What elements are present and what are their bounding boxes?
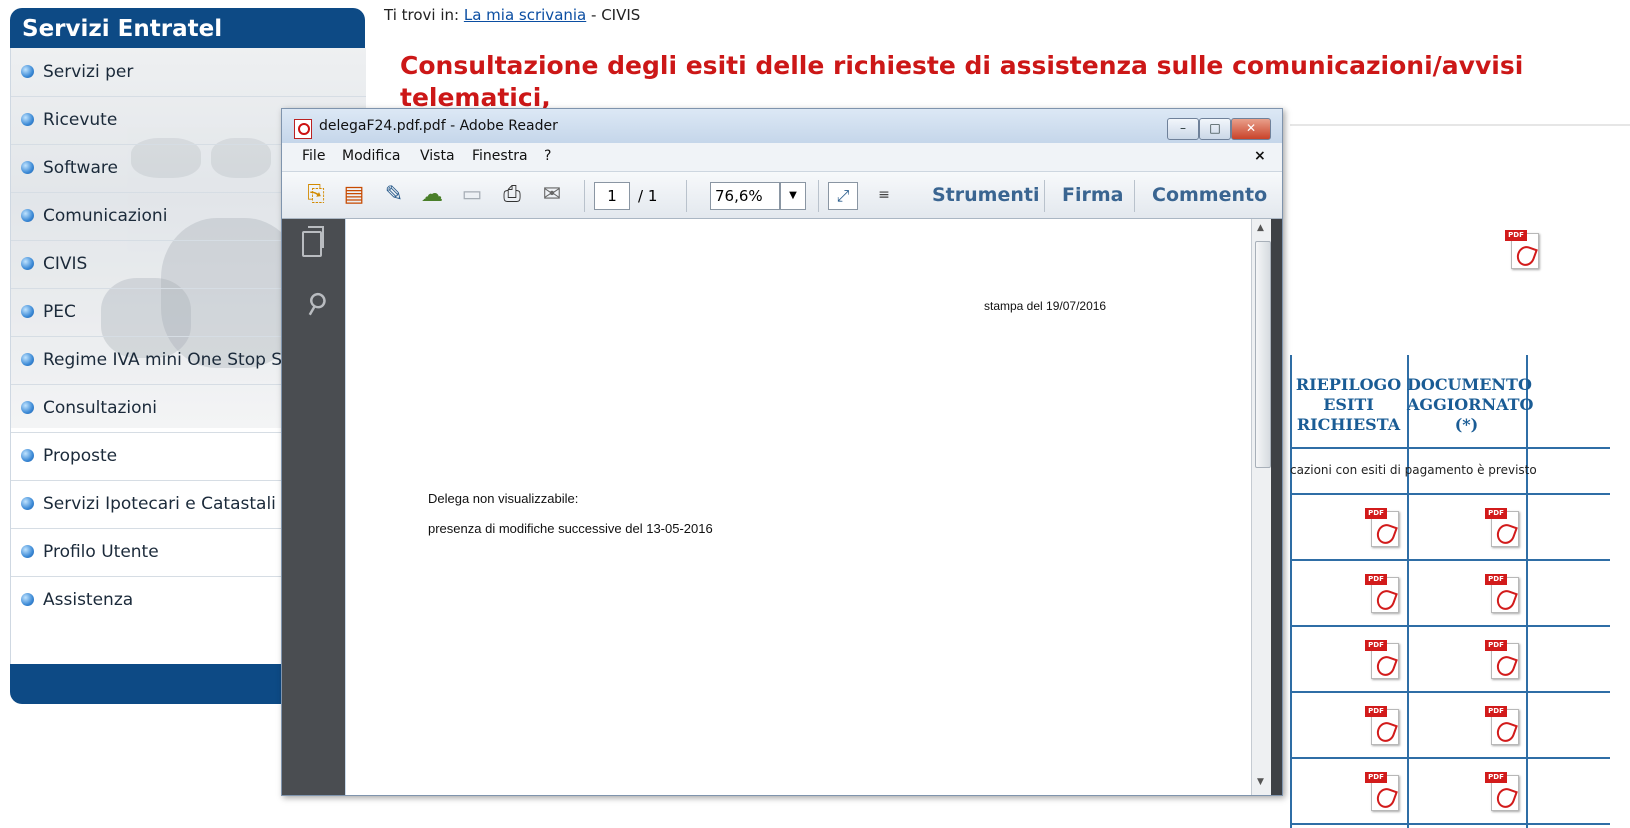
create-pdf-icon[interactable]: ⎘	[302, 182, 330, 208]
bullet-globe-icon	[21, 353, 34, 366]
maximize-button[interactable]: □	[1199, 118, 1231, 140]
menu-help[interactable]: ?	[544, 148, 551, 164]
scroll-down-icon[interactable]: ▼	[1257, 777, 1264, 787]
pdf-reader-window: delegaF24.pdf.pdf - Adobe Reader – □ ✕ F…	[281, 108, 1283, 796]
breadcrumb-prefix: Ti trovi in:	[384, 6, 460, 24]
page-title-line1: Consultazione degli esiti delle richiest…	[400, 51, 1524, 112]
column-header-documento: DOCUMENTO AGGIORNATO (*)	[1407, 375, 1534, 434]
zoom-dropdown-icon[interactable]: ▼	[780, 182, 806, 210]
attachment-icon[interactable]: ⚲	[299, 284, 333, 323]
zoom-select[interactable]: 76,6%	[710, 182, 780, 210]
right-pane-edge	[1271, 219, 1282, 795]
document-page: stampa del 19/07/2016 Delega non visuali…	[346, 219, 1251, 795]
bullet-globe-icon	[21, 65, 34, 78]
email-icon[interactable]: ✉	[538, 182, 566, 208]
window-titlebar[interactable]: delegaF24.pdf.pdf - Adobe Reader – □ ✕	[282, 109, 1282, 143]
pdf-file-icon[interactable]: PDF	[1485, 574, 1519, 614]
breadcrumb-current: - CIVIS	[591, 6, 641, 24]
divider	[1290, 124, 1630, 126]
pages-panel-icon[interactable]	[302, 226, 324, 257]
print-date: stampa del 19/07/2016	[984, 299, 1107, 313]
save-icon[interactable]: ▭	[458, 182, 486, 208]
cloud-upload-icon[interactable]: ☁	[418, 182, 446, 208]
sign-button[interactable]: Firma	[1062, 184, 1123, 206]
toolbar-overflow-icon[interactable]: ≡	[870, 182, 898, 208]
window-title: delegaF24.pdf.pdf - Adobe Reader	[319, 118, 558, 134]
bullet-globe-icon	[21, 113, 34, 126]
bullet-globe-icon	[21, 497, 34, 510]
minimize-button[interactable]: –	[1167, 118, 1199, 140]
menu-bar: File Modifica Vista Finestra ? ×	[282, 143, 1282, 172]
bullet-globe-icon	[21, 209, 34, 222]
sidebar-item-servizi-per[interactable]: Servizi per	[11, 48, 366, 97]
pdf-file-icon[interactable]: PDF	[1365, 772, 1399, 812]
menu-modifica[interactable]: Modifica	[342, 148, 401, 164]
results-table: RIEPILOGO ESITI RICHIESTA DOCUMENTO AGGIORN…	[1290, 355, 1630, 828]
page-total: / 1	[638, 187, 658, 205]
fullscreen-icon[interactable]: ⤢	[828, 182, 858, 210]
pdf-file-icon[interactable]: PDF	[1365, 640, 1399, 680]
breadcrumb-link-scrivania[interactable]: La mia scrivania	[464, 6, 586, 24]
bullet-globe-icon	[21, 593, 34, 606]
pdf-file-icon[interactable]: PDF	[1505, 230, 1539, 270]
tools-button[interactable]: Strumenti	[932, 184, 1039, 206]
bullet-globe-icon	[21, 449, 34, 462]
toolbar: ⎘ ▤ ✎ ☁ ▭ ⎙ ✉ 1 / 1 76,6% ▼ ⤢ ≡ Strument…	[282, 172, 1282, 219]
print-icon[interactable]: ⎙	[498, 182, 526, 208]
scroll-thumb[interactable]	[1255, 241, 1271, 468]
pdf-file-icon[interactable]: PDF	[1365, 508, 1399, 548]
menu-close-document[interactable]: ×	[1254, 148, 1266, 164]
bullet-globe-icon	[21, 545, 34, 558]
menu-file[interactable]: File	[302, 148, 325, 164]
adobe-pdf-icon	[294, 119, 312, 139]
edit-pdf-icon[interactable]: ✎	[380, 182, 408, 208]
page-number-input[interactable]: 1	[594, 182, 630, 210]
bullet-globe-icon	[21, 257, 34, 270]
export-pdf-icon[interactable]: ▤	[340, 182, 368, 208]
pdf-file-icon[interactable]: PDF	[1485, 706, 1519, 746]
menu-finestra[interactable]: Finestra	[472, 148, 528, 164]
vertical-scrollbar[interactable]: ▲ ▼	[1251, 219, 1272, 795]
bullet-globe-icon	[21, 305, 34, 318]
pdf-file-icon[interactable]: PDF	[1365, 574, 1399, 614]
menu-vista[interactable]: Vista	[420, 148, 455, 164]
sidebar-title: Servizi Entratel	[10, 8, 365, 48]
table-note: cazioni con esiti di pagamento è previst…	[1290, 463, 1537, 477]
comment-button[interactable]: Commento	[1152, 184, 1267, 206]
navigation-pane: ⚲	[282, 219, 345, 795]
pdf-file-icon[interactable]: PDF	[1485, 640, 1519, 680]
pdf-file-icon[interactable]: PDF	[1485, 772, 1519, 812]
close-button[interactable]: ✕	[1231, 118, 1271, 140]
pdf-file-icon[interactable]: PDF	[1365, 706, 1399, 746]
document-line-1: Delega non visualizzabile:	[428, 491, 579, 506]
column-header-riepilogo: RIEPILOGO ESITI RICHIESTA	[1295, 375, 1402, 434]
bullet-globe-icon	[21, 161, 34, 174]
document-line-2: presenza di modifiche successive del 13-…	[428, 521, 713, 536]
bullet-globe-icon	[21, 401, 34, 414]
pdf-file-icon[interactable]: PDF	[1485, 508, 1519, 548]
scroll-up-icon[interactable]: ▲	[1257, 223, 1264, 233]
breadcrumb: Ti trovi in: La mia scrivania - CIVIS	[384, 6, 640, 24]
